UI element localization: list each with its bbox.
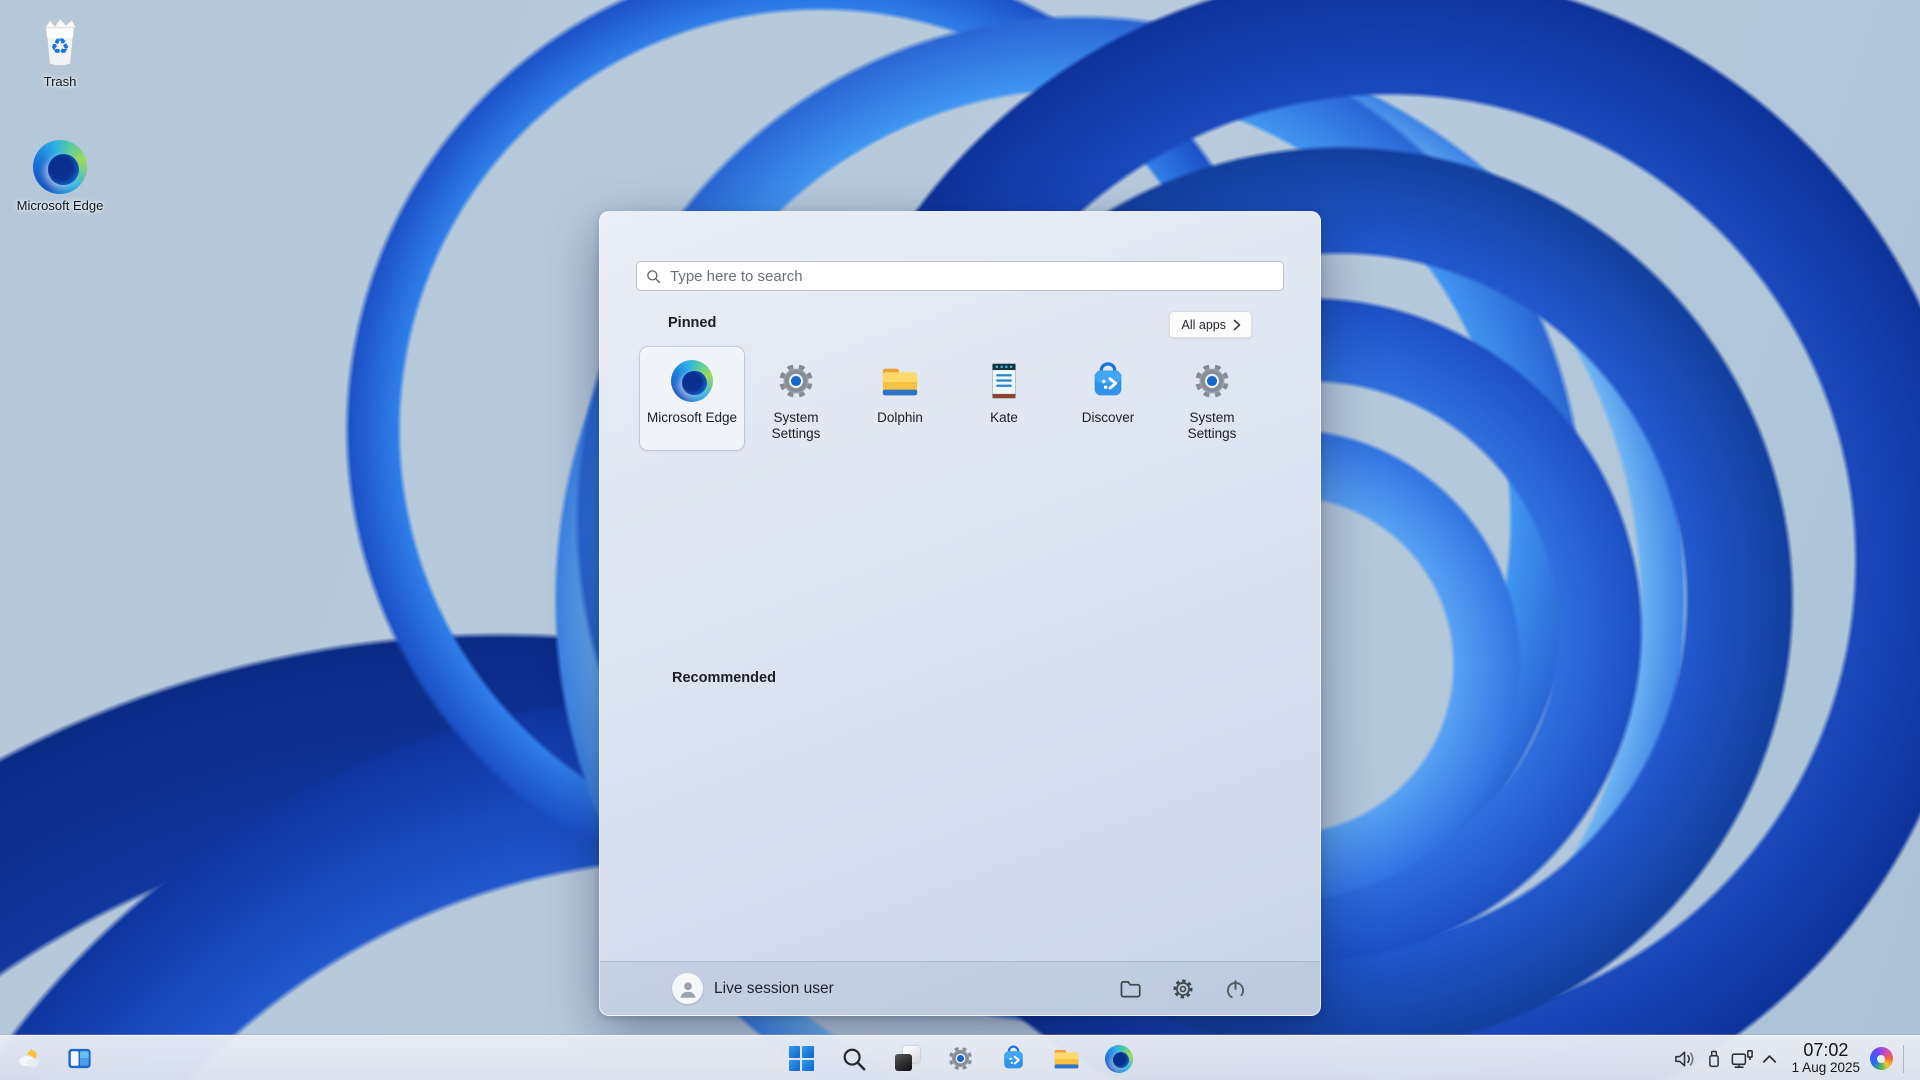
kate-notepad-icon [992,363,1016,399]
discover-bag-icon [1094,362,1122,396]
start-button[interactable] [786,1044,816,1074]
pinned-app-microsoft-edge[interactable]: Microsoft Edge [640,347,744,450]
all-apps-button[interactable]: All apps [1168,311,1252,338]
open-file-manager-button[interactable] [1117,976,1143,1002]
pinned-app-label: System Settings [771,410,821,442]
trash-icon: ♻ [44,18,77,67]
system-settings-icon [948,1046,972,1071]
pinned-app-system-settings-2[interactable]: System Settings [1160,347,1264,450]
user-name[interactable]: Live session user [714,962,834,1015]
display-connect-icon[interactable] [1728,1045,1756,1073]
time-label: 07:02 [1803,1040,1849,1061]
pinned-app-label: Dolphin [877,410,923,425]
edge-icon [671,360,713,402]
pinned-app-label: Kate [990,410,1018,425]
pinned-app-system-settings[interactable]: System Settings [744,347,848,450]
taskbar-edge[interactable] [1104,1044,1134,1074]
all-apps-label: All apps [1181,317,1226,332]
user-avatar[interactable] [672,973,703,1004]
copilot-icon[interactable] [1870,1047,1893,1070]
taskbar-search-button[interactable] [839,1044,869,1074]
system-settings-icon [1195,364,1229,398]
system-settings-icon [779,364,813,398]
pinned-app-label: System Settings [1187,410,1237,442]
pinned-app-label: Discover [1081,410,1135,425]
pinned-app-kate[interactable]: Kate [952,347,1056,450]
settings-button[interactable] [1170,976,1196,1002]
taskbar-system-settings[interactable] [945,1044,975,1074]
desktop-icon-trash[interactable]: ♻ Trash [14,12,106,90]
power-icon [1226,979,1244,999]
task-view-icon [894,1046,920,1071]
desktop-icon-label: Microsoft Edge [16,198,104,213]
taskbar-tray: 07:02 1 Aug 2025 [1672,1036,1910,1080]
power-button[interactable] [1222,976,1248,1002]
user-avatar-icon [680,981,695,998]
desktop-screen: ♻ Trash Microsoft Edge Pinned All apps [0,0,1920,1080]
pinned-app-label: Microsoft Edge [646,410,738,425]
desktop-icon-label: Trash [43,74,77,89]
show-desktop-divider[interactable] [1903,1044,1904,1073]
usb-drive-icon[interactable] [1700,1045,1728,1073]
taskbar-center [0,1036,1920,1080]
edge-icon [33,140,87,194]
recommended-section-title: Recommended [672,670,776,686]
chevron-right-icon [1233,319,1241,330]
pinned-app-discover[interactable]: Discover [1056,347,1160,450]
search-icon [647,269,661,283]
pinned-section-title: Pinned [668,315,717,331]
taskbar-dolphin[interactable] [1051,1044,1081,1074]
task-view-button[interactable] [892,1044,922,1074]
volume-icon[interactable] [1672,1045,1700,1073]
desktop-icon-edge[interactable]: Microsoft Edge [14,140,106,214]
pinned-apps-grid: Microsoft Edge System Settings Dolphin K… [640,347,1264,450]
start-menu: Pinned All apps Microsoft Edge [599,211,1321,1016]
search-input[interactable] [668,266,1274,286]
folder-icon [1120,981,1141,998]
start-menu-footer: Live session user [600,961,1320,1015]
windows-logo-icon [788,1046,814,1071]
date-label: 1 Aug 2025 [1791,1060,1860,1076]
start-search-box[interactable] [636,261,1284,291]
taskbar: 07:02 1 Aug 2025 [0,1035,1920,1080]
pinned-app-dolphin[interactable]: Dolphin [848,347,952,450]
clock[interactable]: 07:02 1 Aug 2025 [1792,1041,1860,1075]
edge-icon [1105,1044,1133,1073]
dolphin-folder-icon [882,368,918,396]
settings-gear-icon [1173,979,1193,999]
chevron-up-icon[interactable] [1756,1045,1784,1073]
discover-bag-icon [1003,1045,1023,1069]
svg-text:♻: ♻ [50,35,70,60]
search-icon [843,1048,866,1070]
taskbar-discover[interactable] [998,1044,1028,1074]
dolphin-folder-icon [1054,1049,1078,1069]
